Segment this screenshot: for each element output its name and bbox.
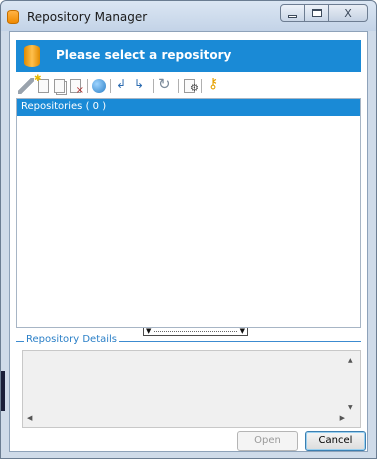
horizontal-scrollbar[interactable]: ◀ ▶: [25, 414, 345, 425]
toolbar-separator: [201, 79, 202, 93]
settings-icon[interactable]: [184, 79, 199, 94]
caption-buttons: X: [280, 4, 368, 22]
scroll-down-icon[interactable]: ▼: [348, 404, 353, 411]
splitter-dots: [154, 331, 237, 332]
import-icon[interactable]: [114, 77, 130, 94]
repository-details-label: Repository Details: [24, 334, 120, 345]
client-area: Please select a repository Repositories …: [9, 31, 368, 452]
scroll-right-icon[interactable]: ▶: [340, 414, 345, 422]
refresh-icon[interactable]: [157, 75, 173, 94]
repository-manager-window: Repository Manager X Please select a rep…: [0, 0, 377, 459]
export-icon[interactable]: [132, 77, 148, 94]
vertical-scrollbar[interactable]: ▲ ▼: [346, 353, 358, 413]
toolbar-separator: [110, 79, 111, 93]
toolbar-separator: [153, 79, 154, 93]
copy-repository-icon[interactable]: [54, 79, 65, 93]
edit-icon[interactable]: [18, 78, 34, 94]
key-icon[interactable]: [205, 76, 221, 94]
database-icon: [7, 10, 19, 24]
title-bar[interactable]: Repository Manager X: [1, 1, 376, 31]
chevron-down-icon: ▼: [239, 327, 245, 335]
repository-list[interactable]: Repositories ( 0 ): [16, 98, 361, 328]
toolbar: [18, 74, 223, 96]
repository-details-group: Repository Details ▲ ▼ ◀ ▶: [16, 334, 361, 428]
close-icon: X: [344, 6, 352, 20]
database-icon: [24, 45, 40, 67]
minimize-button[interactable]: [280, 4, 305, 22]
delete-repository-icon[interactable]: [70, 79, 84, 96]
banner-title: Please select a repository: [56, 48, 232, 62]
toolbar-separator: [178, 79, 179, 93]
header-banner: Please select a repository: [16, 40, 361, 72]
toolbar-separator: [87, 79, 88, 93]
background-edge: [1, 371, 5, 411]
chevron-down-icon: ▼: [146, 327, 152, 335]
close-button[interactable]: X: [328, 4, 368, 22]
cancel-button[interactable]: Cancel: [305, 431, 366, 451]
maximize-button[interactable]: [304, 4, 329, 22]
connect-icon[interactable]: [92, 79, 106, 93]
scroll-up-icon[interactable]: ▲: [348, 357, 353, 364]
open-button[interactable]: Open: [237, 431, 298, 451]
scroll-left-icon[interactable]: ◀: [27, 414, 32, 422]
new-repository-icon[interactable]: [34, 74, 49, 93]
maximize-icon: [311, 9, 322, 17]
minimize-icon: [288, 14, 297, 18]
repository-list-header: Repositories ( 0 ): [17, 99, 360, 116]
window-title: Repository Manager: [27, 10, 148, 24]
repository-details-box[interactable]: ▲ ▼ ◀ ▶: [22, 350, 361, 428]
panel-splitter[interactable]: ▼ ▼: [143, 328, 248, 336]
